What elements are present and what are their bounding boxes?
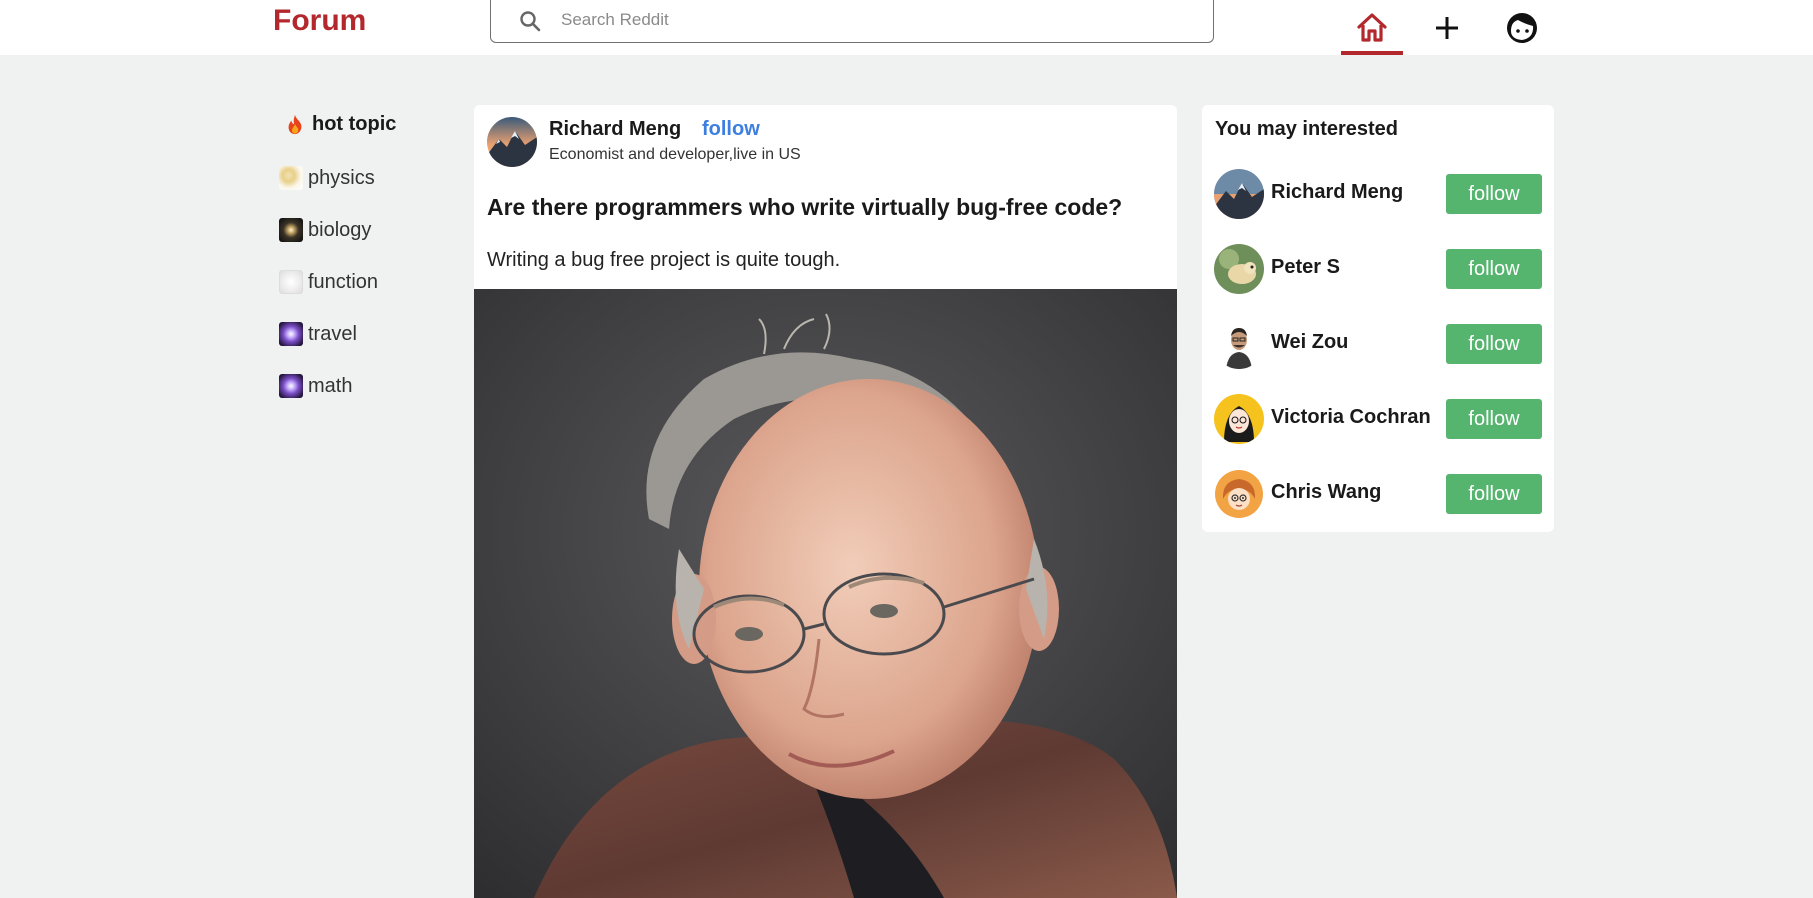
post-body-text: Writing a bug free project is quite toug…: [487, 249, 841, 271]
user-name[interactable]: Peter S: [1271, 256, 1340, 279]
sidebar-item-label: hot topic: [312, 112, 397, 135]
post-follow-link[interactable]: follow: [702, 118, 760, 141]
user-avatar[interactable]: [1214, 469, 1264, 519]
author-avatar[interactable]: [487, 117, 537, 167]
app-logo[interactable]: Forum: [273, 2, 366, 40]
follow-button[interactable]: follow: [1446, 249, 1542, 289]
function-thumbnail: [279, 270, 303, 294]
suggestion-row: Wei Zou follow: [1202, 319, 1554, 369]
active-tab-indicator: [1341, 51, 1403, 55]
plus-icon: [1436, 16, 1458, 39]
top-header: Forum: [0, 0, 1813, 55]
post-author-name[interactable]: Richard Meng: [549, 118, 681, 141]
search-icon: [520, 11, 541, 32]
sidebar-item-biology[interactable]: biology: [279, 215, 371, 245]
post-title[interactable]: Are there programmers who write virtuall…: [487, 194, 1167, 221]
suggestion-row: Chris Wang follow: [1202, 469, 1554, 519]
user-name[interactable]: Chris Wang: [1271, 481, 1381, 504]
suggestion-row: Victoria Cochran follow: [1202, 394, 1554, 444]
nav-add-post-button[interactable]: [1416, 0, 1478, 55]
post-author-bio: Economist and developer,live in US: [549, 146, 801, 163]
sidebar-item-physics[interactable]: physics: [279, 163, 375, 193]
galaxy-thumbnail: [279, 218, 303, 242]
user-name[interactable]: Richard Meng: [1271, 181, 1403, 204]
suggestion-row: Richard Meng follow: [1202, 169, 1554, 219]
profile-face-icon: [1507, 12, 1537, 43]
sidebar-item-label: function: [308, 270, 379, 293]
nav-home-button[interactable]: [1341, 0, 1403, 55]
nebula-thumbnail: [279, 322, 303, 346]
sidebar-item-travel[interactable]: travel: [279, 319, 357, 349]
sidebar-item-label: physics: [308, 166, 375, 189]
sidebar-item-label: biology: [308, 218, 372, 241]
nav-profile-button[interactable]: [1491, 0, 1553, 55]
sidebar-item-math[interactable]: math: [279, 371, 352, 401]
user-avatar[interactable]: [1214, 244, 1264, 294]
follow-button[interactable]: follow: [1446, 174, 1542, 214]
search-input[interactable]: [561, 6, 1181, 34]
user-avatar[interactable]: [1214, 394, 1264, 444]
follow-button[interactable]: follow: [1446, 324, 1542, 364]
suggestion-row: Peter S follow: [1202, 244, 1554, 294]
sidebar-item-label: math: [308, 374, 353, 397]
fire-icon: [288, 114, 302, 135]
sidebar-item-hot-topic[interactable]: hot topic: [284, 109, 396, 139]
suggestions-title: You may interested: [1215, 118, 1399, 140]
sidebar-item-function[interactable]: function: [279, 267, 378, 297]
user-name[interactable]: Victoria Cochran: [1271, 406, 1431, 429]
follow-button[interactable]: follow: [1446, 399, 1542, 439]
nebula-thumbnail: [279, 374, 303, 398]
physics-thumbnail: [279, 166, 303, 190]
user-name[interactable]: Wei Zou: [1271, 331, 1348, 354]
search-bar[interactable]: [490, 0, 1214, 43]
user-avatar[interactable]: [1214, 169, 1264, 219]
home-icon: [1357, 12, 1387, 42]
post-card: Richard Meng follow Economist and develo…: [474, 105, 1177, 898]
user-avatar[interactable]: [1214, 319, 1264, 369]
post-image: [474, 289, 1177, 898]
suggestions-panel: You may interested Richard Meng follow P…: [1202, 105, 1554, 532]
follow-button[interactable]: follow: [1446, 474, 1542, 514]
sidebar-item-label: travel: [308, 322, 357, 345]
